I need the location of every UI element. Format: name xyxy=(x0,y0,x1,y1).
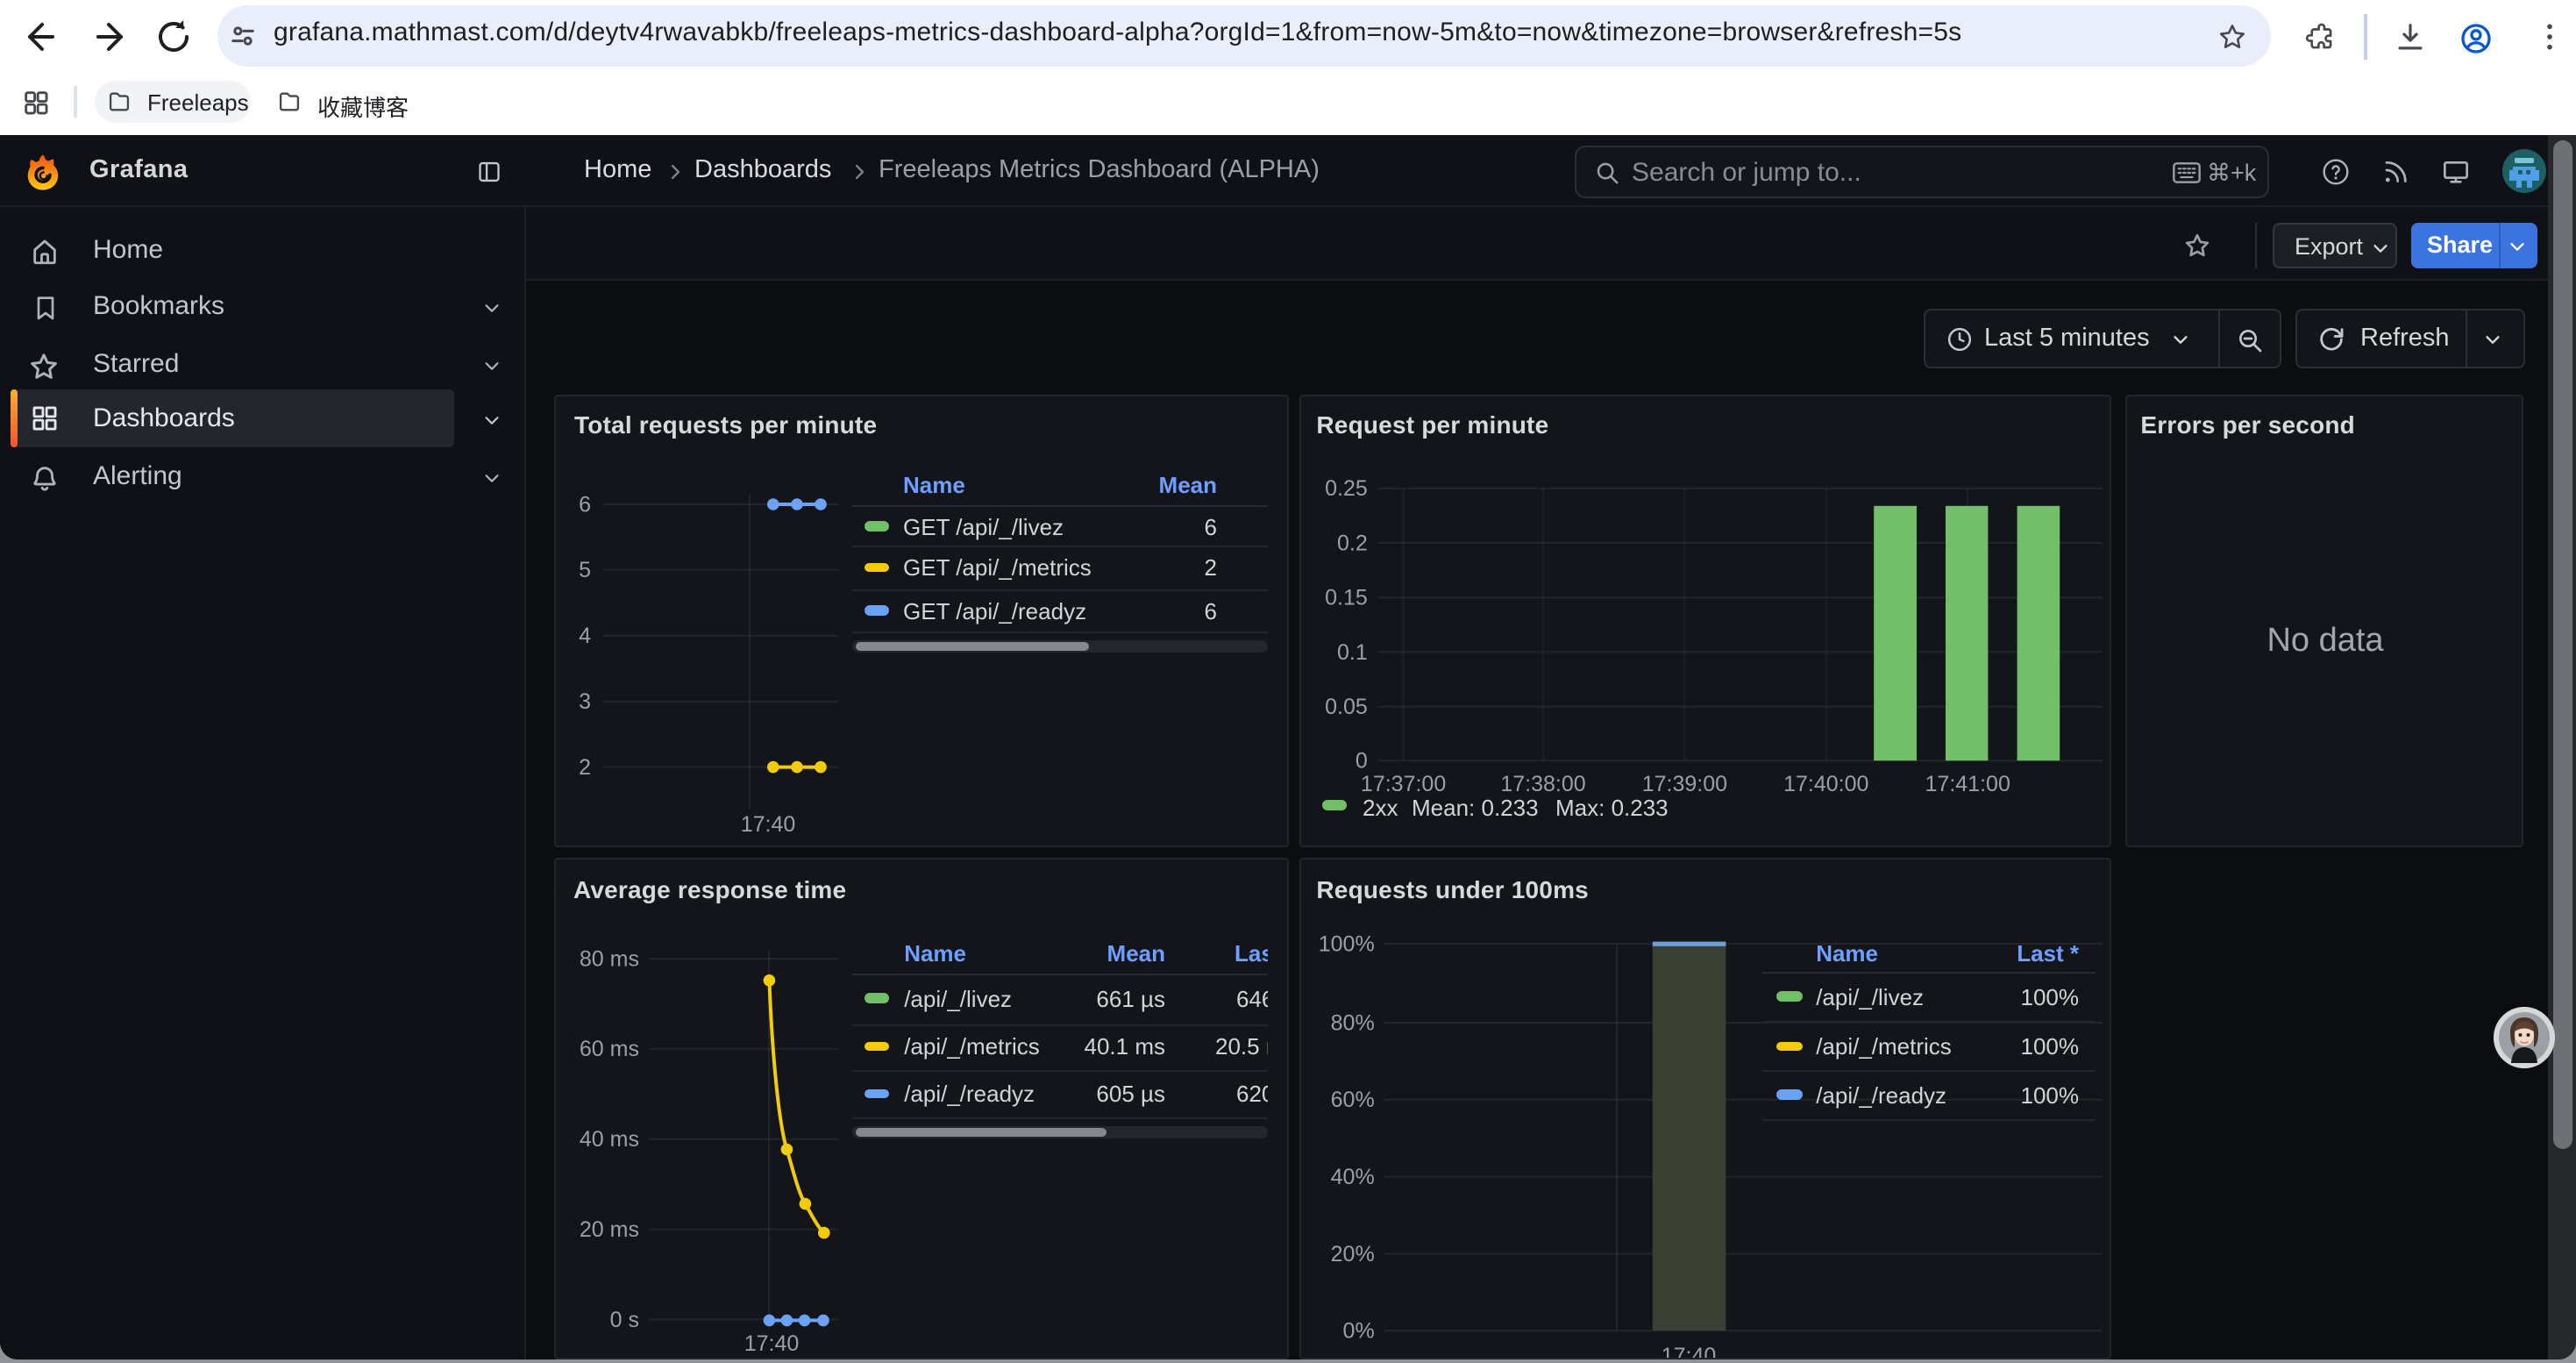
svg-text:3: 3 xyxy=(579,689,591,714)
svg-text:60%: 60% xyxy=(1331,1088,1375,1112)
svg-text:80%: 80% xyxy=(1331,1010,1375,1035)
svg-text:17:37:00: 17:37:00 xyxy=(1361,772,1446,796)
svg-text:0.1: 0.1 xyxy=(1337,640,1368,665)
svg-text:0.2: 0.2 xyxy=(1337,531,1368,555)
svg-text:0.25: 0.25 xyxy=(1325,476,1368,501)
svg-text:0: 0 xyxy=(1356,749,1368,774)
svg-text:20%: 20% xyxy=(1331,1242,1375,1267)
svg-text:60 ms: 60 ms xyxy=(580,1037,639,1061)
svg-text:5: 5 xyxy=(579,558,591,582)
svg-text:0 s: 0 s xyxy=(610,1308,639,1332)
svg-text:2: 2 xyxy=(579,755,591,780)
svg-text:17:39:00: 17:39:00 xyxy=(1642,772,1727,796)
svg-text:80 ms: 80 ms xyxy=(580,946,639,971)
svg-text:40 ms: 40 ms xyxy=(580,1127,639,1152)
svg-text:17:40: 17:40 xyxy=(1662,1344,1717,1359)
svg-text:17:38:00: 17:38:00 xyxy=(1500,772,1585,796)
svg-text:17:40:00: 17:40:00 xyxy=(1783,772,1868,796)
svg-text:4: 4 xyxy=(579,624,591,648)
svg-text:0.15: 0.15 xyxy=(1325,586,1368,610)
svg-text:20 ms: 20 ms xyxy=(580,1217,639,1242)
svg-text:0%: 0% xyxy=(1343,1319,1375,1344)
svg-text:17:40: 17:40 xyxy=(741,812,796,837)
svg-text:17:40: 17:40 xyxy=(744,1331,800,1356)
svg-text:6: 6 xyxy=(579,492,591,517)
svg-text:40%: 40% xyxy=(1331,1165,1375,1189)
svg-text:17:41:00: 17:41:00 xyxy=(1925,772,2010,796)
svg-text:0.05: 0.05 xyxy=(1325,695,1368,719)
svg-text:100%: 100% xyxy=(1319,931,1375,956)
